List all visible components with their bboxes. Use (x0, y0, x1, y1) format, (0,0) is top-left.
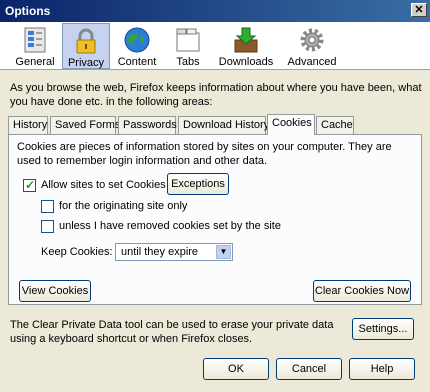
pane-privacy-label: Privacy (67, 57, 105, 69)
pane-downloads-label: Downloads (218, 56, 274, 68)
pane-general-label: General (15, 56, 55, 68)
unless-removed-checkbox[interactable] (41, 220, 54, 233)
tab-history[interactable]: History (8, 116, 48, 134)
originating-site-checkbox[interactable] (41, 200, 54, 213)
globe-icon (122, 26, 152, 54)
options-toolbar: General Privacy Content Tabs Downloads A… (0, 22, 430, 70)
close-button[interactable]: ✕ (411, 3, 427, 17)
privacy-description: As you browse the web, Firefox keeps inf… (10, 82, 422, 108)
pane-tabs-label: Tabs (176, 56, 200, 68)
pane-advanced-label: Advanced (287, 56, 337, 68)
pane-content-label: Content (117, 56, 157, 68)
title-bar: Options ✕ (0, 0, 430, 22)
pane-advanced[interactable]: Advanced (282, 23, 342, 69)
pane-privacy[interactable]: Privacy (62, 23, 110, 69)
originating-site-label: for the originating site only (59, 200, 188, 212)
allow-cookies-label: Allow sites to set Cookies (41, 179, 166, 191)
cancel-button[interactable]: Cancel (276, 358, 342, 380)
settings-button[interactable]: Settings... (352, 318, 414, 340)
keep-cookies-label: Keep Cookies: (41, 246, 113, 258)
chevron-down-icon[interactable]: ▼ (216, 245, 231, 259)
tab-saved-forms[interactable]: Saved Forms (50, 116, 120, 134)
window-title: Options (5, 4, 51, 18)
tab-download-history[interactable]: Download History (178, 116, 269, 134)
pane-general[interactable]: General (8, 23, 62, 69)
view-cookies-button[interactable]: View Cookies (19, 280, 91, 302)
tab-cache[interactable]: Cache (316, 116, 354, 134)
tab-passwords[interactable]: Passwords (118, 116, 177, 134)
exceptions-button[interactable]: Exceptions (167, 173, 229, 195)
gear-icon (297, 26, 327, 54)
ok-button[interactable]: OK (203, 358, 269, 380)
pane-content[interactable]: Content (112, 23, 162, 69)
clear-private-data-text: The Clear Private Data tool can be used … (10, 319, 334, 345)
pane-downloads[interactable]: Downloads (218, 23, 274, 69)
lock-icon (71, 27, 101, 55)
allow-cookies-checkbox[interactable] (23, 178, 36, 192)
help-button[interactable]: Help (349, 358, 415, 380)
tab-cookies[interactable]: Cookies (267, 114, 315, 135)
pane-tabs[interactable]: Tabs (166, 23, 210, 69)
general-settings-icon (20, 26, 50, 54)
clear-cookies-button[interactable]: Clear Cookies Now (313, 280, 411, 302)
downloads-box-icon (231, 26, 261, 54)
keep-cookies-value: until they expire (121, 246, 199, 258)
unless-removed-label: unless I have removed cookies set by the… (59, 220, 281, 232)
keep-cookies-select[interactable]: until they expire ▼ (115, 243, 233, 261)
cookies-panel: Cookies are pieces of information stored… (8, 134, 422, 305)
cookies-description: Cookies are pieces of information stored… (17, 141, 392, 167)
tabs-icon (173, 26, 203, 54)
